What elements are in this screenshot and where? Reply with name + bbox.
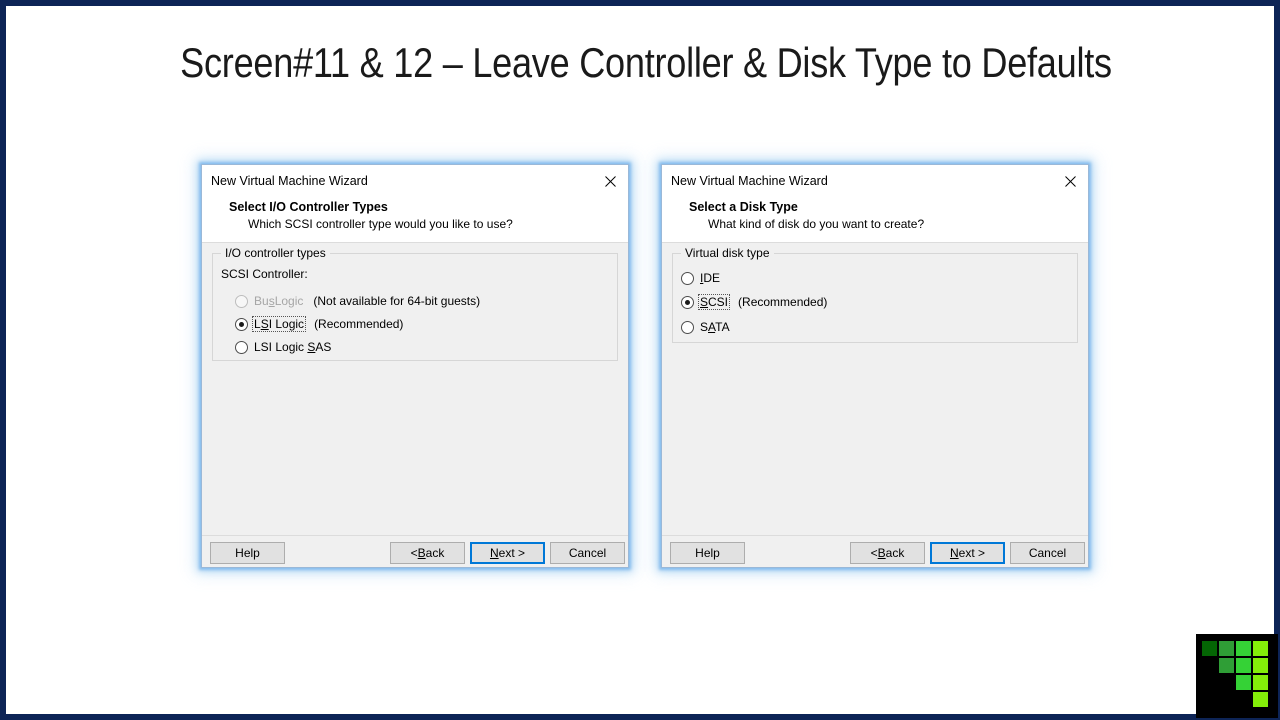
radio-lsi-logic-sas[interactable]: LSI Logic SAS xyxy=(235,338,333,356)
page-title: Screen#11 & 12 – Leave Controller & Disk… xyxy=(180,39,1112,86)
close-icon[interactable] xyxy=(598,171,622,191)
cancel-button[interactable]: Cancel xyxy=(1010,542,1085,564)
cancel-button[interactable]: Cancel xyxy=(550,542,625,564)
groupbox-virtual-disk-type: Virtual disk type IDE SCSI (Recommended)… xyxy=(672,246,1078,343)
groupbox-legend: I/O controller types xyxy=(221,246,330,260)
radio-mark-buslogic xyxy=(235,294,248,308)
dialog-heading: Select a Disk Type xyxy=(689,200,798,214)
logo-cell xyxy=(1218,640,1235,657)
logo-cell xyxy=(1252,674,1269,691)
radio-note-buslogic: (Not available for 64-bit guests) xyxy=(313,294,481,308)
dialog-footer: Help < Back Next > Cancel xyxy=(202,535,628,567)
green-pixel-staircase-logo xyxy=(1196,634,1278,718)
radio-mark-scsi xyxy=(681,295,694,309)
dialog-disk-type: New Virtual Machine Wizard Select a Disk… xyxy=(661,164,1089,568)
next-button[interactable]: Next > xyxy=(930,542,1005,564)
radio-note-scsi: (Recommended) xyxy=(738,295,828,309)
dialog-header: New Virtual Machine Wizard Select I/O Co… xyxy=(202,165,628,243)
radio-label-lsi-logic: LSI Logic xyxy=(252,316,307,332)
dialog-body: Virtual disk type IDE SCSI (Recommended)… xyxy=(662,243,1088,535)
radio-mark-lsi-logic xyxy=(235,317,248,331)
logo-cell xyxy=(1252,640,1269,657)
logo-cell xyxy=(1218,657,1235,674)
radio-label-buslogic: BusLogic xyxy=(254,294,304,308)
radio-mark-ide xyxy=(681,271,694,285)
logo-cell xyxy=(1235,674,1252,691)
radio-label-sata: SATA xyxy=(700,320,730,334)
dialog-heading: Select I/O Controller Types xyxy=(229,200,388,214)
back-button[interactable]: < Back xyxy=(390,542,465,564)
radio-ide[interactable]: IDE xyxy=(681,269,722,287)
radio-note-lsi-logic: (Recommended) xyxy=(314,317,404,331)
close-icon[interactable] xyxy=(1058,171,1082,191)
next-button[interactable]: Next > xyxy=(470,542,545,564)
radio-label-ide: IDE xyxy=(700,271,721,285)
help-button[interactable]: Help xyxy=(670,542,745,564)
radio-label-lsi-logic-sas: LSI Logic SAS xyxy=(254,340,332,354)
logo-cell xyxy=(1235,657,1252,674)
dialog-header: New Virtual Machine Wizard Select a Disk… xyxy=(662,165,1088,243)
dialog-io-controller-types: New Virtual Machine Wizard Select I/O Co… xyxy=(201,164,629,568)
dialog-title: New Virtual Machine Wizard xyxy=(671,174,828,188)
scsi-controller-label: SCSI Controller: xyxy=(221,267,308,281)
back-button[interactable]: < Back xyxy=(850,542,925,564)
logo-cell xyxy=(1252,657,1269,674)
help-button[interactable]: Help xyxy=(210,542,285,564)
radio-scsi[interactable]: SCSI (Recommended) xyxy=(681,293,827,311)
dialog-body: I/O controller types SCSI Controller: Bu… xyxy=(202,243,628,535)
dialog-subheading: Which SCSI controller type would you lik… xyxy=(248,217,513,231)
logo-cell xyxy=(1235,640,1252,657)
radio-label-scsi: SCSI xyxy=(698,294,731,310)
logo-cell xyxy=(1201,640,1218,657)
groupbox-io-controller-types: I/O controller types SCSI Controller: Bu… xyxy=(212,246,618,361)
logo-cell xyxy=(1252,691,1269,708)
dialog-subheading: What kind of disk do you want to create? xyxy=(708,217,925,231)
dialog-title: New Virtual Machine Wizard xyxy=(211,174,368,188)
radio-mark-sata xyxy=(681,320,694,334)
radio-mark-lsi-logic-sas xyxy=(235,340,248,354)
radio-buslogic[interactable]: BusLogic (Not available for 64-bit guest… xyxy=(235,292,480,310)
radio-lsi-logic[interactable]: LSI Logic (Recommended) xyxy=(235,315,403,333)
groupbox-legend: Virtual disk type xyxy=(681,246,774,260)
dialog-footer: Help < Back Next > Cancel xyxy=(662,535,1088,567)
slide-frame: Screen#11 & 12 – Leave Controller & Disk… xyxy=(0,0,1280,720)
radio-sata[interactable]: SATA xyxy=(681,318,732,336)
